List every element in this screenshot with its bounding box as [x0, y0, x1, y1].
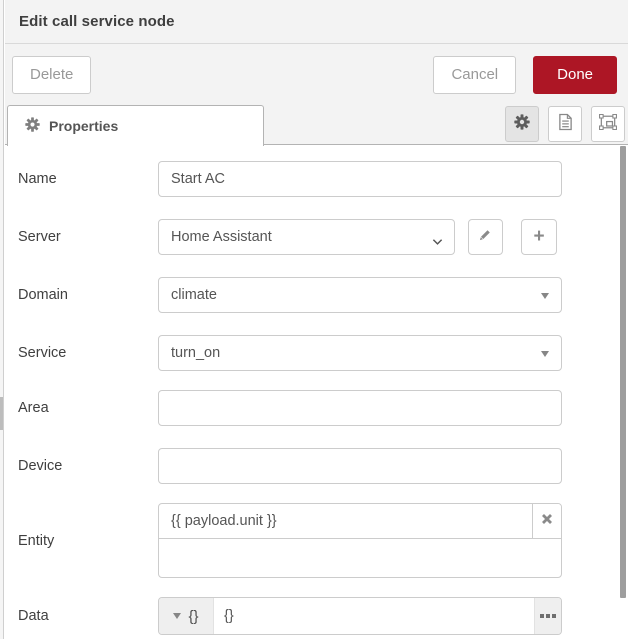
entity-list-item[interactable]: {{ payload.unit }} [159, 504, 561, 539]
entity-list: {{ payload.unit }} [158, 503, 562, 578]
left-scrollbar-thumb[interactable] [0, 397, 3, 430]
service-value: turn_on [171, 345, 220, 361]
pencil-icon [479, 228, 492, 246]
form-row-server: Server Home Assistant + [5, 219, 628, 255]
data-expand-button[interactable] [534, 598, 561, 634]
form-row-name: Name [5, 161, 628, 197]
device-input[interactable] [158, 448, 562, 484]
node-appearance-icon [599, 114, 617, 135]
data-label: Data [5, 608, 158, 624]
dialog-toolbar: Delete Cancel Done [5, 44, 628, 105]
entity-empty-row[interactable] [159, 539, 561, 578]
edit-node-dialog: Edit call service node Delete Cancel Don… [0, 0, 628, 639]
plus-icon: + [533, 227, 544, 246]
tab-properties-label: Properties [49, 118, 118, 134]
gear-icon [25, 117, 40, 135]
entity-value[interactable]: {{ payload.unit }} [159, 504, 532, 538]
server-label: Server [5, 229, 158, 245]
name-label: Name [5, 171, 158, 187]
editor-tabbar: Properties [5, 105, 628, 145]
vertical-scrollbar-thumb[interactable] [620, 146, 626, 598]
cancel-button[interactable]: Cancel [433, 56, 516, 94]
done-button[interactable]: Done [533, 56, 617, 94]
appearance-button[interactable] [591, 106, 625, 142]
description-doc-button[interactable] [548, 106, 582, 142]
domain-value: climate [171, 287, 217, 303]
x-remove-icon [541, 512, 553, 530]
form-row-device: Device [5, 448, 628, 484]
form-row-entity: Entity {{ payload.unit }} [5, 503, 628, 578]
server-select[interactable]: Home Assistant [158, 219, 455, 255]
server-add-button[interactable]: + [521, 219, 557, 255]
data-type-select[interactable]: {} [159, 598, 214, 634]
caret-down-icon [173, 613, 181, 619]
data-value[interactable]: {} [214, 598, 534, 634]
caret-down-icon[interactable] [541, 293, 549, 299]
gear-icon [514, 114, 530, 135]
json-type-icon: {} [188, 608, 198, 625]
name-input[interactable] [158, 161, 562, 197]
domain-input[interactable]: climate [158, 277, 562, 313]
caret-down-icon[interactable] [541, 351, 549, 357]
form-row-service: Service turn_on [5, 335, 628, 371]
tab-properties[interactable]: Properties [7, 105, 264, 146]
entity-label: Entity [5, 533, 158, 549]
ellipsis-icon [552, 614, 556, 618]
device-label: Device [5, 458, 158, 474]
dialog-header: Edit call service node [5, 0, 628, 44]
area-input[interactable] [158, 390, 562, 426]
properties-form: Name Server Home Assistant [5, 145, 628, 639]
dialog-title: Edit call service node [19, 13, 175, 30]
properties-gear-button[interactable] [505, 106, 539, 142]
ellipsis-icon [540, 614, 544, 618]
form-row-area: Area [5, 390, 628, 426]
service-label: Service [5, 345, 158, 361]
server-select-value: Home Assistant [171, 229, 272, 245]
chevron-down-icon [432, 234, 443, 250]
domain-label: Domain [5, 287, 158, 303]
area-label: Area [5, 400, 158, 416]
entity-remove-button[interactable] [532, 504, 561, 538]
ellipsis-icon [546, 614, 550, 618]
form-row-data: Data {} {} [5, 597, 628, 635]
server-edit-button[interactable] [468, 219, 503, 255]
left-page-gutter [0, 0, 4, 639]
delete-button[interactable]: Delete [12, 56, 91, 94]
data-typed-input: {} {} [158, 597, 562, 635]
tabbar-actions [505, 106, 625, 142]
document-icon [558, 113, 573, 136]
service-input[interactable]: turn_on [158, 335, 562, 371]
form-row-domain: Domain climate [5, 277, 628, 313]
